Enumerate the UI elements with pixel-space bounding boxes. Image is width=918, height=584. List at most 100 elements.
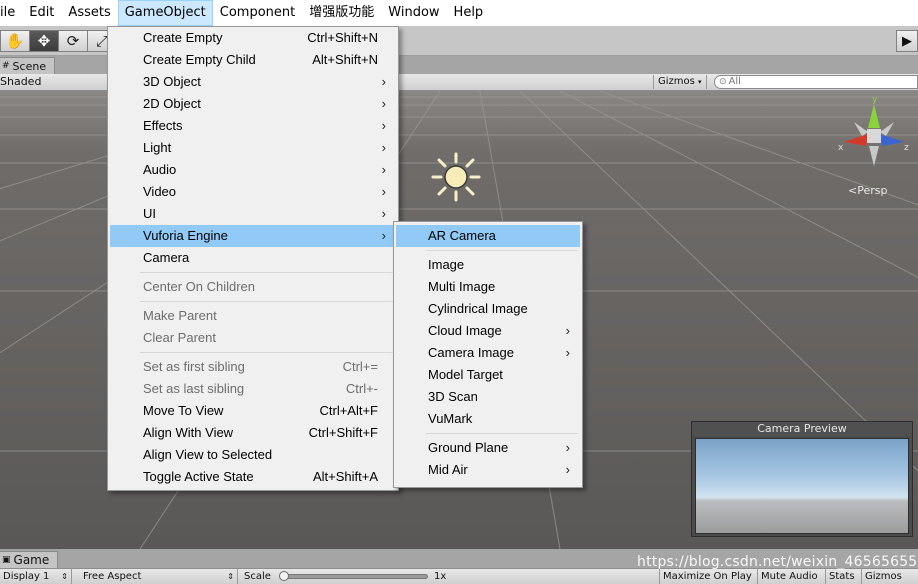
menu-item-light[interactable]: Light › <box>110 137 396 159</box>
menu-item-move-to-view[interactable]: Move To View Ctrl+Alt+F <box>110 400 396 422</box>
updown-arrow-icon: ⇕ <box>61 572 68 581</box>
menu-item-3d-object[interactable]: 3D Object › <box>110 71 396 93</box>
menu-item-video[interactable]: Video › <box>110 181 396 203</box>
menu-item-align-view-to-selected[interactable]: Align View to Selected <box>110 444 396 466</box>
game-tab-icon: ▣ <box>2 554 11 565</box>
search-icon: ⊙ <box>719 77 727 87</box>
game-gizmos-toggle[interactable]: Gizmos <box>862 569 918 584</box>
menu-separator <box>140 352 394 353</box>
menu-file[interactable]: ile <box>0 0 22 26</box>
menu-item-ui[interactable]: UI › <box>110 203 396 225</box>
chevron-right-icon: › <box>381 184 386 199</box>
maximize-on-play-toggle[interactable]: Maximize On Play <box>659 569 758 584</box>
play-button[interactable]: ▶ <box>896 30 918 52</box>
menu-item-shortcut: Alt+Shift+A <box>312 469 378 484</box>
menu-item-label: Create Empty <box>143 30 223 45</box>
menu-enhanced-features[interactable]: 增强版功能 <box>302 0 381 26</box>
chevron-right-icon: › <box>381 162 386 177</box>
move-tool-button[interactable]: ✥ <box>29 30 59 52</box>
menu-item-model-target[interactable]: Model Target <box>396 364 580 386</box>
menu-window[interactable]: Window <box>381 0 446 26</box>
menu-item-label: Light <box>143 140 172 155</box>
menu-item-toggle-active-state[interactable]: Toggle Active State Alt+Shift+A <box>110 466 396 488</box>
menu-item-label: Move To View <box>143 403 224 418</box>
menu-item-shortcut: Ctrl+Shift+N <box>307 30 378 45</box>
aspect-dropdown[interactable]: Free Aspect ⇕ <box>80 569 238 584</box>
menu-separator <box>140 272 394 273</box>
menu-edit[interactable]: Edit <box>22 0 61 26</box>
scale-slider[interactable] <box>279 571 428 581</box>
camera-preview-title: Camera Preview <box>692 422 912 436</box>
display-dropdown[interactable]: Display 1 ⇕ <box>0 569 72 584</box>
gizmos-dropdown[interactable]: Gizmos ▾ <box>653 75 707 89</box>
menu-item-label: Clear Parent <box>143 330 216 345</box>
menu-item-label: 2D Object <box>143 96 201 111</box>
menu-item-mid-air[interactable]: Mid Air › <box>396 459 580 481</box>
projection-toggle[interactable]: <Persp <box>848 184 887 197</box>
mute-audio-toggle[interactable]: Mute Audio <box>758 569 826 584</box>
menu-item-audio[interactable]: Audio › <box>110 159 396 181</box>
scene-search-input[interactable]: ⊙ All <box>714 75 918 89</box>
scale-value: 1x <box>434 571 447 582</box>
menu-item-create-empty[interactable]: Create Empty Ctrl+Shift+N <box>110 27 396 49</box>
tab-game[interactable]: ▣ Game <box>0 551 59 568</box>
menu-item-multi-image[interactable]: Multi Image <box>396 276 580 298</box>
menu-item-camera-image[interactable]: Camera Image › <box>396 342 580 364</box>
menu-item-label: Vuforia Engine <box>143 228 228 243</box>
menu-item-label: Set as last sibling <box>143 381 245 396</box>
menu-item-ground-plane[interactable]: Ground Plane › <box>396 437 580 459</box>
chevron-right-icon: › <box>381 228 386 243</box>
scene-orientation-gizmo[interactable]: y x z <box>836 96 912 172</box>
menu-item-label: Align With View <box>143 425 234 440</box>
menu-separator <box>426 250 578 251</box>
search-placeholder: All <box>728 76 741 87</box>
menu-item-label: Image <box>428 257 465 272</box>
menu-item-vuforia-engine[interactable]: Vuforia Engine › <box>110 225 396 247</box>
menu-item-camera[interactable]: Camera <box>110 247 396 269</box>
menu-item-make-parent: Make Parent <box>110 305 396 327</box>
scene-tab-label: Scene <box>12 59 47 73</box>
chevron-right-icon: › <box>381 118 386 133</box>
menu-item-label: Align View to Selected <box>143 447 273 462</box>
menu-item-2d-object[interactable]: 2D Object › <box>110 93 396 115</box>
updown-arrow-icon: ⇕ <box>227 572 234 581</box>
play-icon: ▶ <box>902 33 912 49</box>
tab-scene[interactable]: # Scene <box>0 57 56 74</box>
menu-item-cylindrical-image[interactable]: Cylindrical Image <box>396 298 580 320</box>
menu-item-label: Mid Air <box>428 462 468 477</box>
menu-item-label: Effects <box>143 118 183 133</box>
axis-label-y: y <box>872 96 878 105</box>
menu-item-align-with-view[interactable]: Align With View Ctrl+Shift+F <box>110 422 396 444</box>
directional-light-icon[interactable] <box>431 152 481 202</box>
menu-item-label: Multi Image <box>428 279 496 294</box>
menu-item-set-first-sibling: Set as first sibling Ctrl+= <box>110 356 396 378</box>
game-tab-label: Game <box>13 552 50 567</box>
menu-item-shortcut: Ctrl+Shift+F <box>308 425 378 440</box>
menu-item-3d-scan[interactable]: 3D Scan <box>396 386 580 408</box>
rotate-tool-button[interactable]: ⟳ <box>58 30 88 52</box>
menu-component[interactable]: Component <box>213 0 302 26</box>
menu-item-cloud-image[interactable]: Cloud Image › <box>396 320 580 342</box>
menu-item-label: Make Parent <box>143 308 217 323</box>
menu-item-vumark[interactable]: VuMark <box>396 408 580 430</box>
menu-help[interactable]: Help <box>447 0 491 26</box>
hand-icon: ✋ <box>5 32 25 50</box>
chevron-right-icon: › <box>381 74 386 89</box>
menu-item-clear-parent: Clear Parent <box>110 327 396 349</box>
menu-item-ar-camera[interactable]: AR Camera <box>396 225 580 247</box>
chevron-right-icon: › <box>565 323 570 338</box>
rotate-icon: ⟳ <box>66 32 80 50</box>
scale-label: Scale <box>244 571 271 582</box>
camera-preview-panel: Camera Preview <box>691 421 913 537</box>
menu-item-label: 3D Object <box>143 74 201 89</box>
hand-tool-button[interactable]: ✋ <box>0 30 30 52</box>
menu-item-create-empty-child[interactable]: Create Empty Child Alt+Shift+N <box>110 49 396 71</box>
menu-gameobject[interactable]: GameObject <box>117 0 213 26</box>
menu-item-effects[interactable]: Effects › <box>110 115 396 137</box>
transform-tools: ✋ ✥ ⟳ ⤢ <box>0 30 117 52</box>
menu-assets[interactable]: Assets <box>61 0 117 26</box>
stats-toggle[interactable]: Stats <box>826 569 862 584</box>
menu-item-image[interactable]: Image <box>396 254 580 276</box>
scale-slider-thumb[interactable] <box>279 571 289 581</box>
shading-mode-dropdown[interactable]: Shaded <box>0 74 49 90</box>
